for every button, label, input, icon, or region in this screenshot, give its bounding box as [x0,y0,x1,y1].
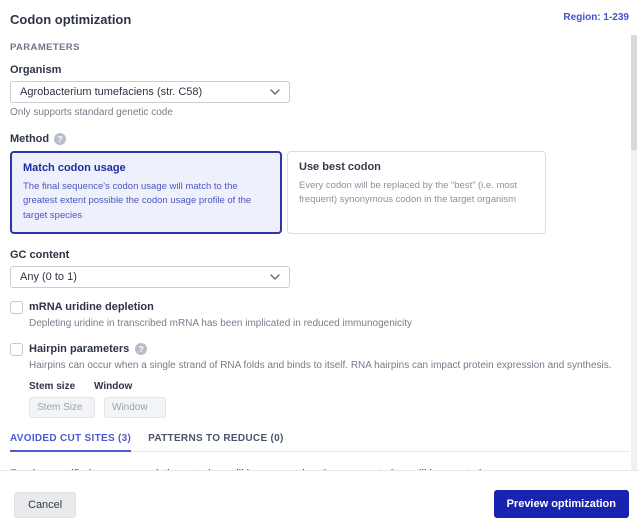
region-link[interactable]: Region: 1-239 [563,12,629,23]
hairpin-parameters-label[interactable]: Hairpin parameters [29,343,129,355]
organism-select[interactable]: Agrobacterium tumefaciens (str. C58) [10,81,290,103]
window-label: Window [94,380,133,392]
scrollbar-thumb[interactable] [631,35,637,150]
cut-sites-tabs: AVOIDED CUT SITES (3) PATTERNS TO REDUCE… [10,433,629,452]
mrna-uridine-depletion-label[interactable]: mRNA uridine depletion [29,301,154,313]
gc-content-select-value: Any (0 to 1) [20,270,77,283]
method-option-title: Use best codon [299,161,381,173]
mrna-uridine-depletion-checkbox[interactable] [10,300,23,314]
window-input[interactable] [104,396,166,418]
method-option-description: The final sequence's codon usage will ma… [23,181,252,221]
page-title: Codon optimization [10,12,132,27]
method-options: Match codon usage The final sequence's c… [10,151,629,234]
gc-content-select[interactable]: Any (0 to 1) [10,265,290,288]
hairpin-helper-text: Hairpins can occur when a single strand … [29,359,612,371]
cancel-button[interactable]: Cancel [14,492,77,518]
organism-label: Organism [10,64,62,76]
method-label: Method [10,133,50,145]
preview-optimization-button[interactable]: Preview optimization [493,490,629,518]
parameters-section-label: PARAMETERS [10,42,80,53]
method-option-use-best-codon[interactable]: Use best codon Every codon will be repla… [287,151,546,234]
organism-helper-text: Only supports standard genetic code [10,107,173,118]
mrna-uridine-helper-text: Depleting uridine in transcribed mRNA ha… [29,317,412,329]
tab-patterns-to-reduce[interactable]: PATTERNS TO REDUCE (0) [148,433,284,451]
dialog-footer: Cancel Preview optimization [0,470,639,527]
chevron-down-icon [270,86,280,98]
dialog-header: Codon optimization Region: 1-239 [10,0,629,27]
tab-avoided-cut-sites[interactable]: AVOIDED CUT SITES (3) [10,433,132,452]
scrollbar-track [631,35,637,470]
method-option-title: Match codon usage [23,162,126,174]
organism-select-value: Agrobacterium tumefaciens (str. C58) [20,86,203,98]
chevron-down-icon [270,271,280,283]
method-option-match-codon-usage[interactable]: Match codon usage The final sequence's c… [10,151,282,234]
hairpin-parameters-checkbox[interactable] [10,342,23,356]
gc-content-label: GC content [10,248,70,261]
stem-size-label: Stem size [29,380,76,392]
codon-optimization-dialog: Codon optimization Region: 1-239 PARAMET… [0,0,639,527]
help-icon[interactable]: ? [135,343,148,356]
method-option-description: Every codon will be replaced by the “bes… [299,180,518,206]
stem-size-input[interactable] [29,396,95,418]
help-icon[interactable]: ? [54,133,67,145]
